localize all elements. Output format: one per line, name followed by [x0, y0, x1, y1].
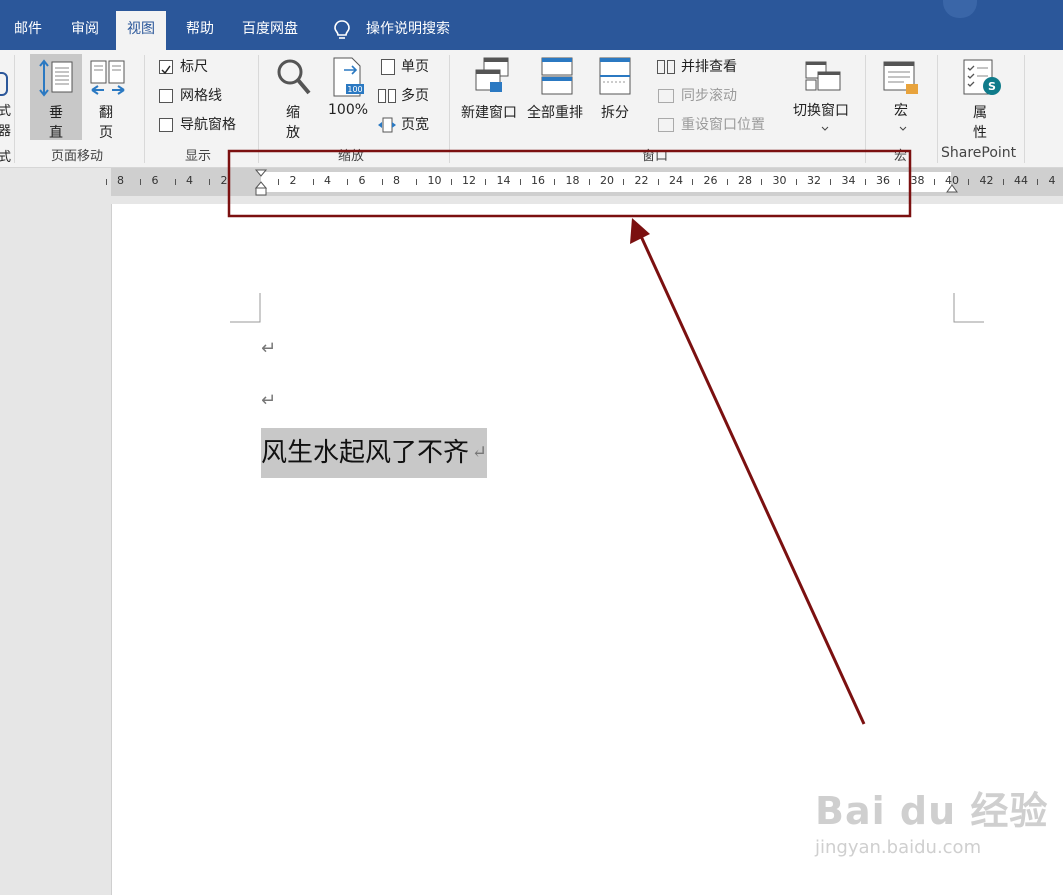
- annotation-arrowhead: [630, 218, 650, 244]
- annotation-arrow-line: [638, 233, 866, 725]
- baidu-watermark: Bai du 经验 jingyan.baidu.com: [815, 780, 1048, 858]
- watermark-line-2: jingyan.baidu.com: [815, 837, 982, 858]
- highlight-box: [227, 149, 912, 218]
- watermark-line-1: Bai du 经验: [815, 789, 1049, 833]
- annotation-overlay: [227, 149, 912, 725]
